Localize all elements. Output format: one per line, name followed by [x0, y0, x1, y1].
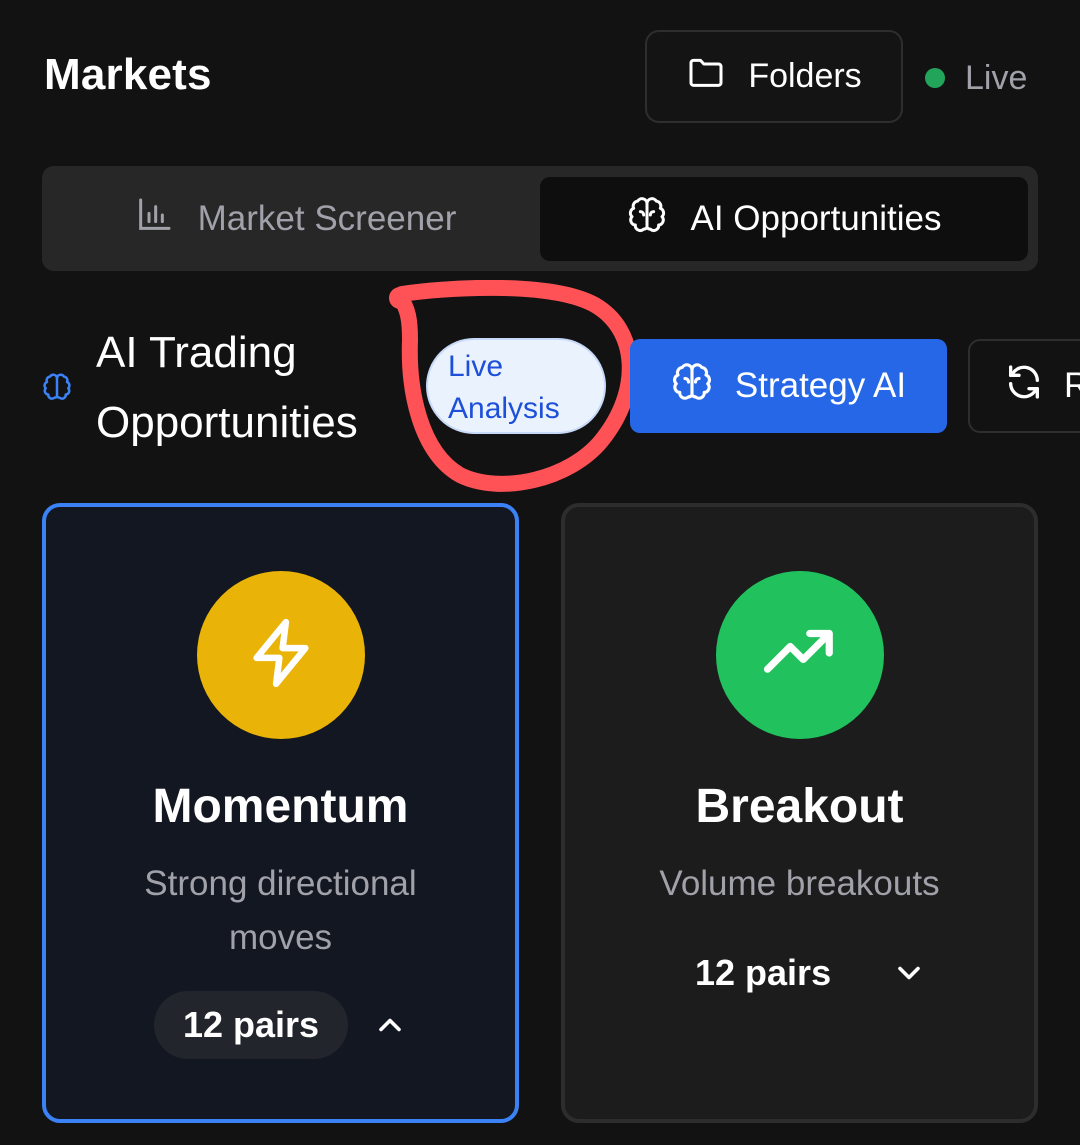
tab-ai-opportunities[interactable]: AI Opportunities: [540, 177, 1028, 261]
folders-label: Folders: [748, 57, 862, 95]
page-title: Markets: [44, 50, 212, 99]
chevron-down-icon[interactable]: [891, 955, 927, 991]
refresh-button[interactable]: R: [968, 339, 1080, 433]
pairs-count-badge: 12 pairs: [154, 991, 348, 1059]
trending-up-icon: [761, 614, 839, 697]
card-description: Strong directional moves: [144, 864, 417, 957]
refresh-label: R: [1064, 366, 1080, 406]
section-title: AI Trading Opportunities: [96, 328, 358, 447]
refresh-icon: [1004, 362, 1044, 411]
tab-market-screener-label: Market Screener: [197, 199, 457, 238]
card-title: Breakout: [695, 780, 904, 833]
markets-page: Markets Folders Live Market Screener AI …: [0, 0, 1080, 1145]
card-description: Volume breakouts: [659, 864, 940, 903]
live-label: Live: [965, 58, 1028, 97]
live-status: Live: [925, 56, 1027, 100]
tab-ai-opportunities-label: AI Opportunities: [690, 199, 942, 238]
strategy-ai-button[interactable]: Strategy AI: [630, 339, 947, 433]
chevron-up-icon[interactable]: [372, 1007, 408, 1043]
live-analysis-badge: Live Analysis: [426, 338, 606, 434]
folder-icon: [686, 52, 726, 101]
strategy-card-momentum[interactable]: Momentum Strong directional moves 12 pai…: [42, 503, 519, 1123]
brain-icon: [42, 372, 72, 402]
strategy-card-breakout[interactable]: Breakout Volume breakouts 12 pairs: [561, 503, 1038, 1123]
tab-market-screener[interactable]: Market Screener: [52, 177, 538, 261]
live-dot-icon: [925, 68, 945, 88]
bar-chart-icon: [134, 195, 174, 244]
momentum-icon-circle: [196, 571, 365, 739]
pairs-count-label: 12 pairs: [695, 952, 832, 993]
view-tabs: Market Screener AI Opportunities: [42, 166, 1038, 271]
brain-icon: [671, 361, 713, 412]
brain-icon: [627, 195, 667, 244]
card-title: Momentum: [152, 780, 409, 833]
folders-button[interactable]: Folders: [645, 30, 903, 123]
breakout-icon-circle: [715, 571, 884, 739]
strategy-ai-label: Strategy AI: [734, 366, 907, 405]
lightning-icon: [242, 614, 320, 697]
